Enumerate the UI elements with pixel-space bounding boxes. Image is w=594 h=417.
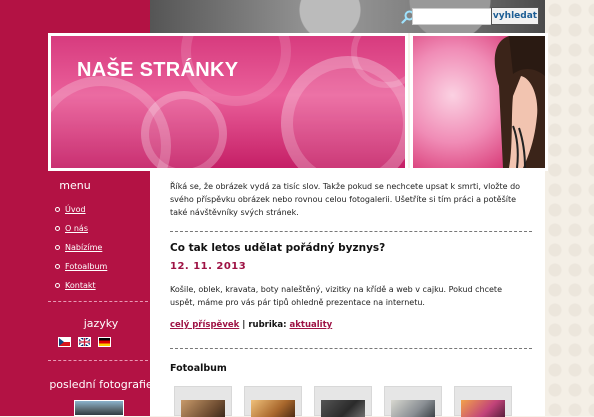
search-button[interactable]: vyhledat (491, 7, 539, 25)
sidebar-item-label: Fotoalbum (65, 262, 108, 271)
page-pattern-background (545, 0, 594, 416)
site-title[interactable]: NAŠE STRÁNKY (77, 59, 238, 82)
post-meta: celý příspěvek | rubrika: aktuality (170, 320, 332, 330)
flag-cs-icon[interactable] (58, 337, 71, 347)
main-content: Říká se, že obrázek vydá za tisíc slov. … (150, 168, 545, 417)
menu-heading: menu (59, 179, 91, 192)
bullet-icon (55, 207, 60, 212)
sidebar-item-label: Úvod (65, 205, 86, 214)
sidebar-divider (48, 301, 148, 302)
bullet-icon (55, 226, 60, 231)
album-thumbnail[interactable] (244, 386, 302, 417)
sidebar-item-nabizime[interactable]: Nabízíme (55, 243, 103, 252)
bullet-icon (55, 283, 60, 288)
header-photo (410, 33, 548, 171)
photo-image (181, 400, 225, 417)
post-title[interactable]: Co tak letos udělat pořádný byznys? (170, 242, 385, 254)
post-date: 12. 11. 2013 (170, 261, 247, 272)
bullet-icon (55, 245, 60, 250)
recent-photo-thumbnail[interactable] (74, 400, 124, 416)
full-post-link[interactable]: celý příspěvek (170, 320, 239, 330)
sidebar-item-label: Kontakt (65, 281, 96, 290)
sidebar-divider (48, 360, 148, 361)
flag-de-icon[interactable] (98, 337, 111, 347)
woman-portrait-image (494, 36, 545, 168)
search-input[interactable] (412, 8, 492, 25)
post-body: Košile, oblek, kravata, boty naleštěný, … (170, 285, 502, 307)
intro-text: Říká se, že obrázek vydá za tisíc slov. … (170, 182, 521, 217)
content-divider (170, 348, 532, 349)
photo-image (391, 400, 435, 417)
album-thumbnail[interactable] (454, 386, 512, 417)
sidebar-item-kontakt[interactable]: Kontakt (55, 281, 96, 290)
header-banner: NAŠE STRÁNKY (48, 33, 408, 171)
bokeh-circle (141, 91, 227, 168)
sidebar-item-uvod[interactable]: Úvod (55, 205, 86, 214)
content-divider (170, 231, 532, 232)
flag-en-icon[interactable] (78, 337, 91, 347)
album-title: Fotoalbum (170, 363, 227, 374)
sidebar-item-o-nas[interactable]: O nás (55, 224, 88, 233)
sidebar-item-label: O nás (65, 224, 88, 233)
category-label: rubrika: (248, 320, 287, 330)
photo-image (321, 400, 365, 417)
photo-image (461, 400, 505, 417)
album-thumbnail[interactable] (314, 386, 372, 417)
category-link[interactable]: aktuality (290, 320, 333, 330)
album-thumbnail[interactable] (384, 386, 442, 417)
bullet-icon (55, 264, 60, 269)
sidebar-item-label: Nabízíme (65, 243, 103, 252)
album-thumbnail[interactable] (174, 386, 232, 417)
photo-image (251, 400, 295, 417)
sidebar-item-fotoalbum[interactable]: Fotoalbum (55, 262, 108, 271)
